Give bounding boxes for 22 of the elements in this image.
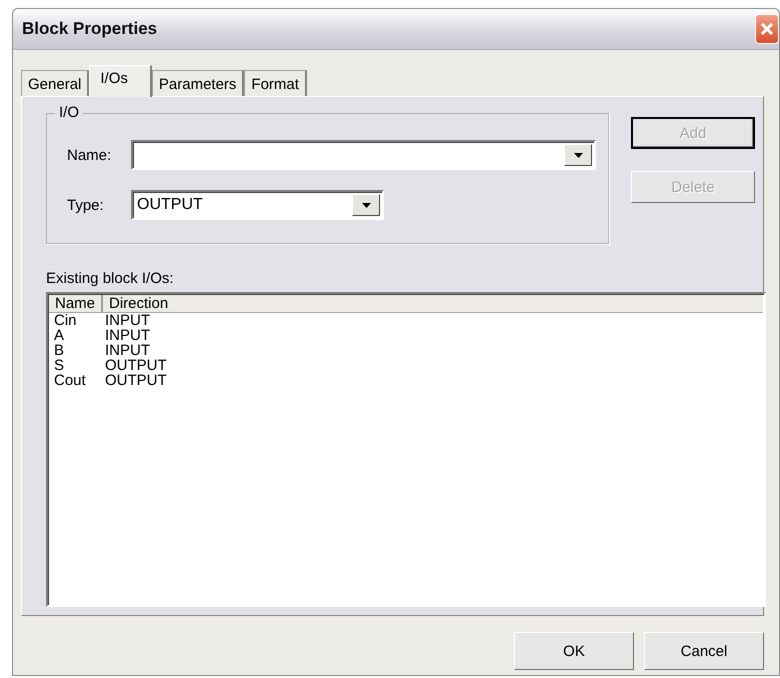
list-cell-text: S bbox=[53, 358, 66, 373]
list-cell-text: Cin bbox=[53, 313, 78, 328]
list-cell: INPUT bbox=[105, 343, 150, 358]
dialog-button[interactable]: OK bbox=[514, 632, 634, 670]
window-title: Block Properties bbox=[21, 19, 158, 39]
io-list[interactable]: Name Direction Cin INPUT A INPUT B INPUT S OUTPUT Cout OUTPUT bbox=[46, 292, 766, 607]
list-cell: OUTPUT bbox=[105, 373, 167, 388]
tab[interactable]: I/Os bbox=[89, 65, 152, 97]
list-cell: OUTPUT bbox=[105, 358, 167, 373]
list-cell: INPUT bbox=[105, 328, 150, 343]
tab[interactable]: Parameters bbox=[152, 70, 244, 96]
type-dropdown[interactable]: OUTPUT bbox=[131, 190, 384, 220]
tab[interactable]: General bbox=[21, 70, 90, 96]
field-label: Name: bbox=[67, 146, 112, 164]
list-cell-text: A bbox=[53, 328, 66, 343]
tab[interactable]: Format bbox=[244, 70, 307, 96]
list-cell-text: Cout bbox=[53, 373, 87, 388]
list-label: Existing block I/Os: bbox=[46, 270, 175, 287]
dialog-button[interactable]: Cancel bbox=[644, 632, 764, 670]
list-cell: INPUT bbox=[105, 313, 150, 328]
field-label: Type: bbox=[67, 196, 105, 214]
list-cell-text: B bbox=[53, 343, 66, 358]
